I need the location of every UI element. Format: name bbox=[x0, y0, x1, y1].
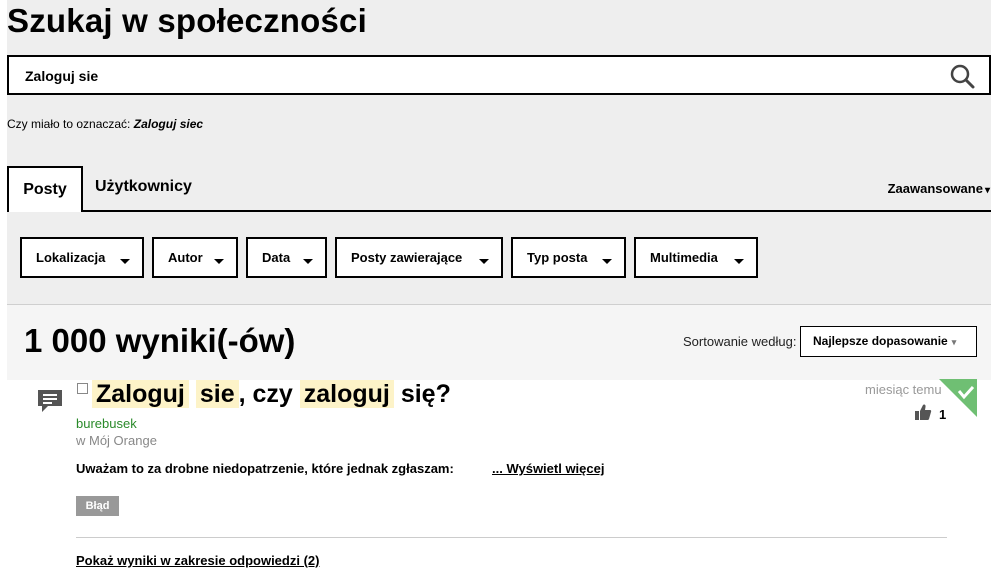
tab-posts[interactable]: Posty bbox=[7, 166, 83, 212]
chevron-down-icon bbox=[734, 259, 744, 264]
filter-label: Typ posta bbox=[527, 250, 588, 265]
advanced-search-toggle[interactable]: Zaawansowane ▾ bbox=[888, 181, 990, 196]
search-input[interactable] bbox=[25, 66, 925, 86]
post-excerpt: Uważam to za drobne niedopatrzenie, któr… bbox=[76, 461, 454, 476]
chevron-down-icon: ▾ bbox=[951, 337, 957, 347]
message-icon bbox=[38, 390, 62, 412]
chevron-down-icon bbox=[120, 259, 130, 264]
thumbs-up-icon[interactable] bbox=[914, 403, 932, 421]
tabs-underline bbox=[82, 210, 991, 212]
title-highlight: zaloguj bbox=[299, 380, 394, 408]
filter-label: Multimedia bbox=[650, 250, 718, 265]
title-highlight: Zaloguj bbox=[92, 380, 189, 408]
filter-date[interactable]: Data bbox=[246, 237, 327, 278]
post-board: w Mój Orange bbox=[76, 433, 157, 448]
post-title[interactable]: Zaloguj sie, czy zaloguj się? bbox=[92, 380, 451, 409]
filter-label: Lokalizacja bbox=[36, 250, 106, 265]
title-highlight: sie bbox=[195, 380, 239, 408]
post-separator bbox=[76, 537, 947, 538]
show-replies-link[interactable]: Pokaż wyniki w zakresie odpowiedzi (2) bbox=[76, 553, 319, 568]
filter-post-contains[interactable]: Posty zawierające bbox=[335, 237, 503, 278]
post-timestamp: miesiąc temu bbox=[865, 382, 942, 397]
filter-multimedia[interactable]: Multimedia bbox=[634, 237, 758, 278]
title-text: , czy bbox=[238, 380, 300, 408]
tab-users[interactable]: Użytkownicy bbox=[95, 178, 192, 196]
search-icon[interactable] bbox=[949, 63, 975, 89]
page-title: Szukaj w społeczności bbox=[7, 2, 367, 39]
did-you-mean: Czy miało to oznaczać: Zaloguj siec bbox=[7, 117, 203, 131]
chevron-down-icon bbox=[602, 259, 612, 264]
title-text bbox=[189, 380, 196, 408]
search-box bbox=[7, 55, 991, 95]
sort-value: Najlepsze dopasowanie bbox=[813, 334, 948, 348]
read-more-link[interactable]: ... Wyświetl więcej bbox=[492, 461, 604, 476]
results-count: 1 000 wyniki(-ów) bbox=[24, 322, 296, 359]
filter-label: Data bbox=[262, 250, 291, 265]
chevron-down-icon bbox=[303, 259, 313, 264]
did-you-mean-label: Czy miało to oznaczać: bbox=[7, 117, 131, 131]
filter-label: Autor bbox=[168, 250, 203, 265]
chevron-down-icon bbox=[479, 259, 489, 264]
chevron-down-icon: ▾ bbox=[984, 185, 990, 196]
did-you-mean-link[interactable]: Zaloguj siec bbox=[134, 117, 203, 131]
chevron-down-icon bbox=[214, 259, 224, 264]
filter-label: Posty zawierające bbox=[351, 250, 463, 265]
filter-post-type[interactable]: Typ posta bbox=[511, 237, 626, 278]
post-select-checkbox[interactable] bbox=[77, 383, 88, 394]
post-author[interactable]: burebusek bbox=[76, 416, 137, 431]
filter-author[interactable]: Autor bbox=[152, 237, 238, 278]
sort-label: Sortowanie według: bbox=[683, 334, 797, 349]
title-text: się? bbox=[393, 380, 451, 408]
sort-dropdown[interactable]: Najlepsze dopasowanie ▾ bbox=[800, 326, 977, 357]
post-label-badge[interactable]: Błąd bbox=[76, 496, 119, 516]
kudos-count: 1 bbox=[939, 407, 947, 422]
advanced-search-label: Zaawansowane bbox=[887, 181, 983, 196]
filter-location[interactable]: Lokalizacja bbox=[20, 237, 144, 278]
